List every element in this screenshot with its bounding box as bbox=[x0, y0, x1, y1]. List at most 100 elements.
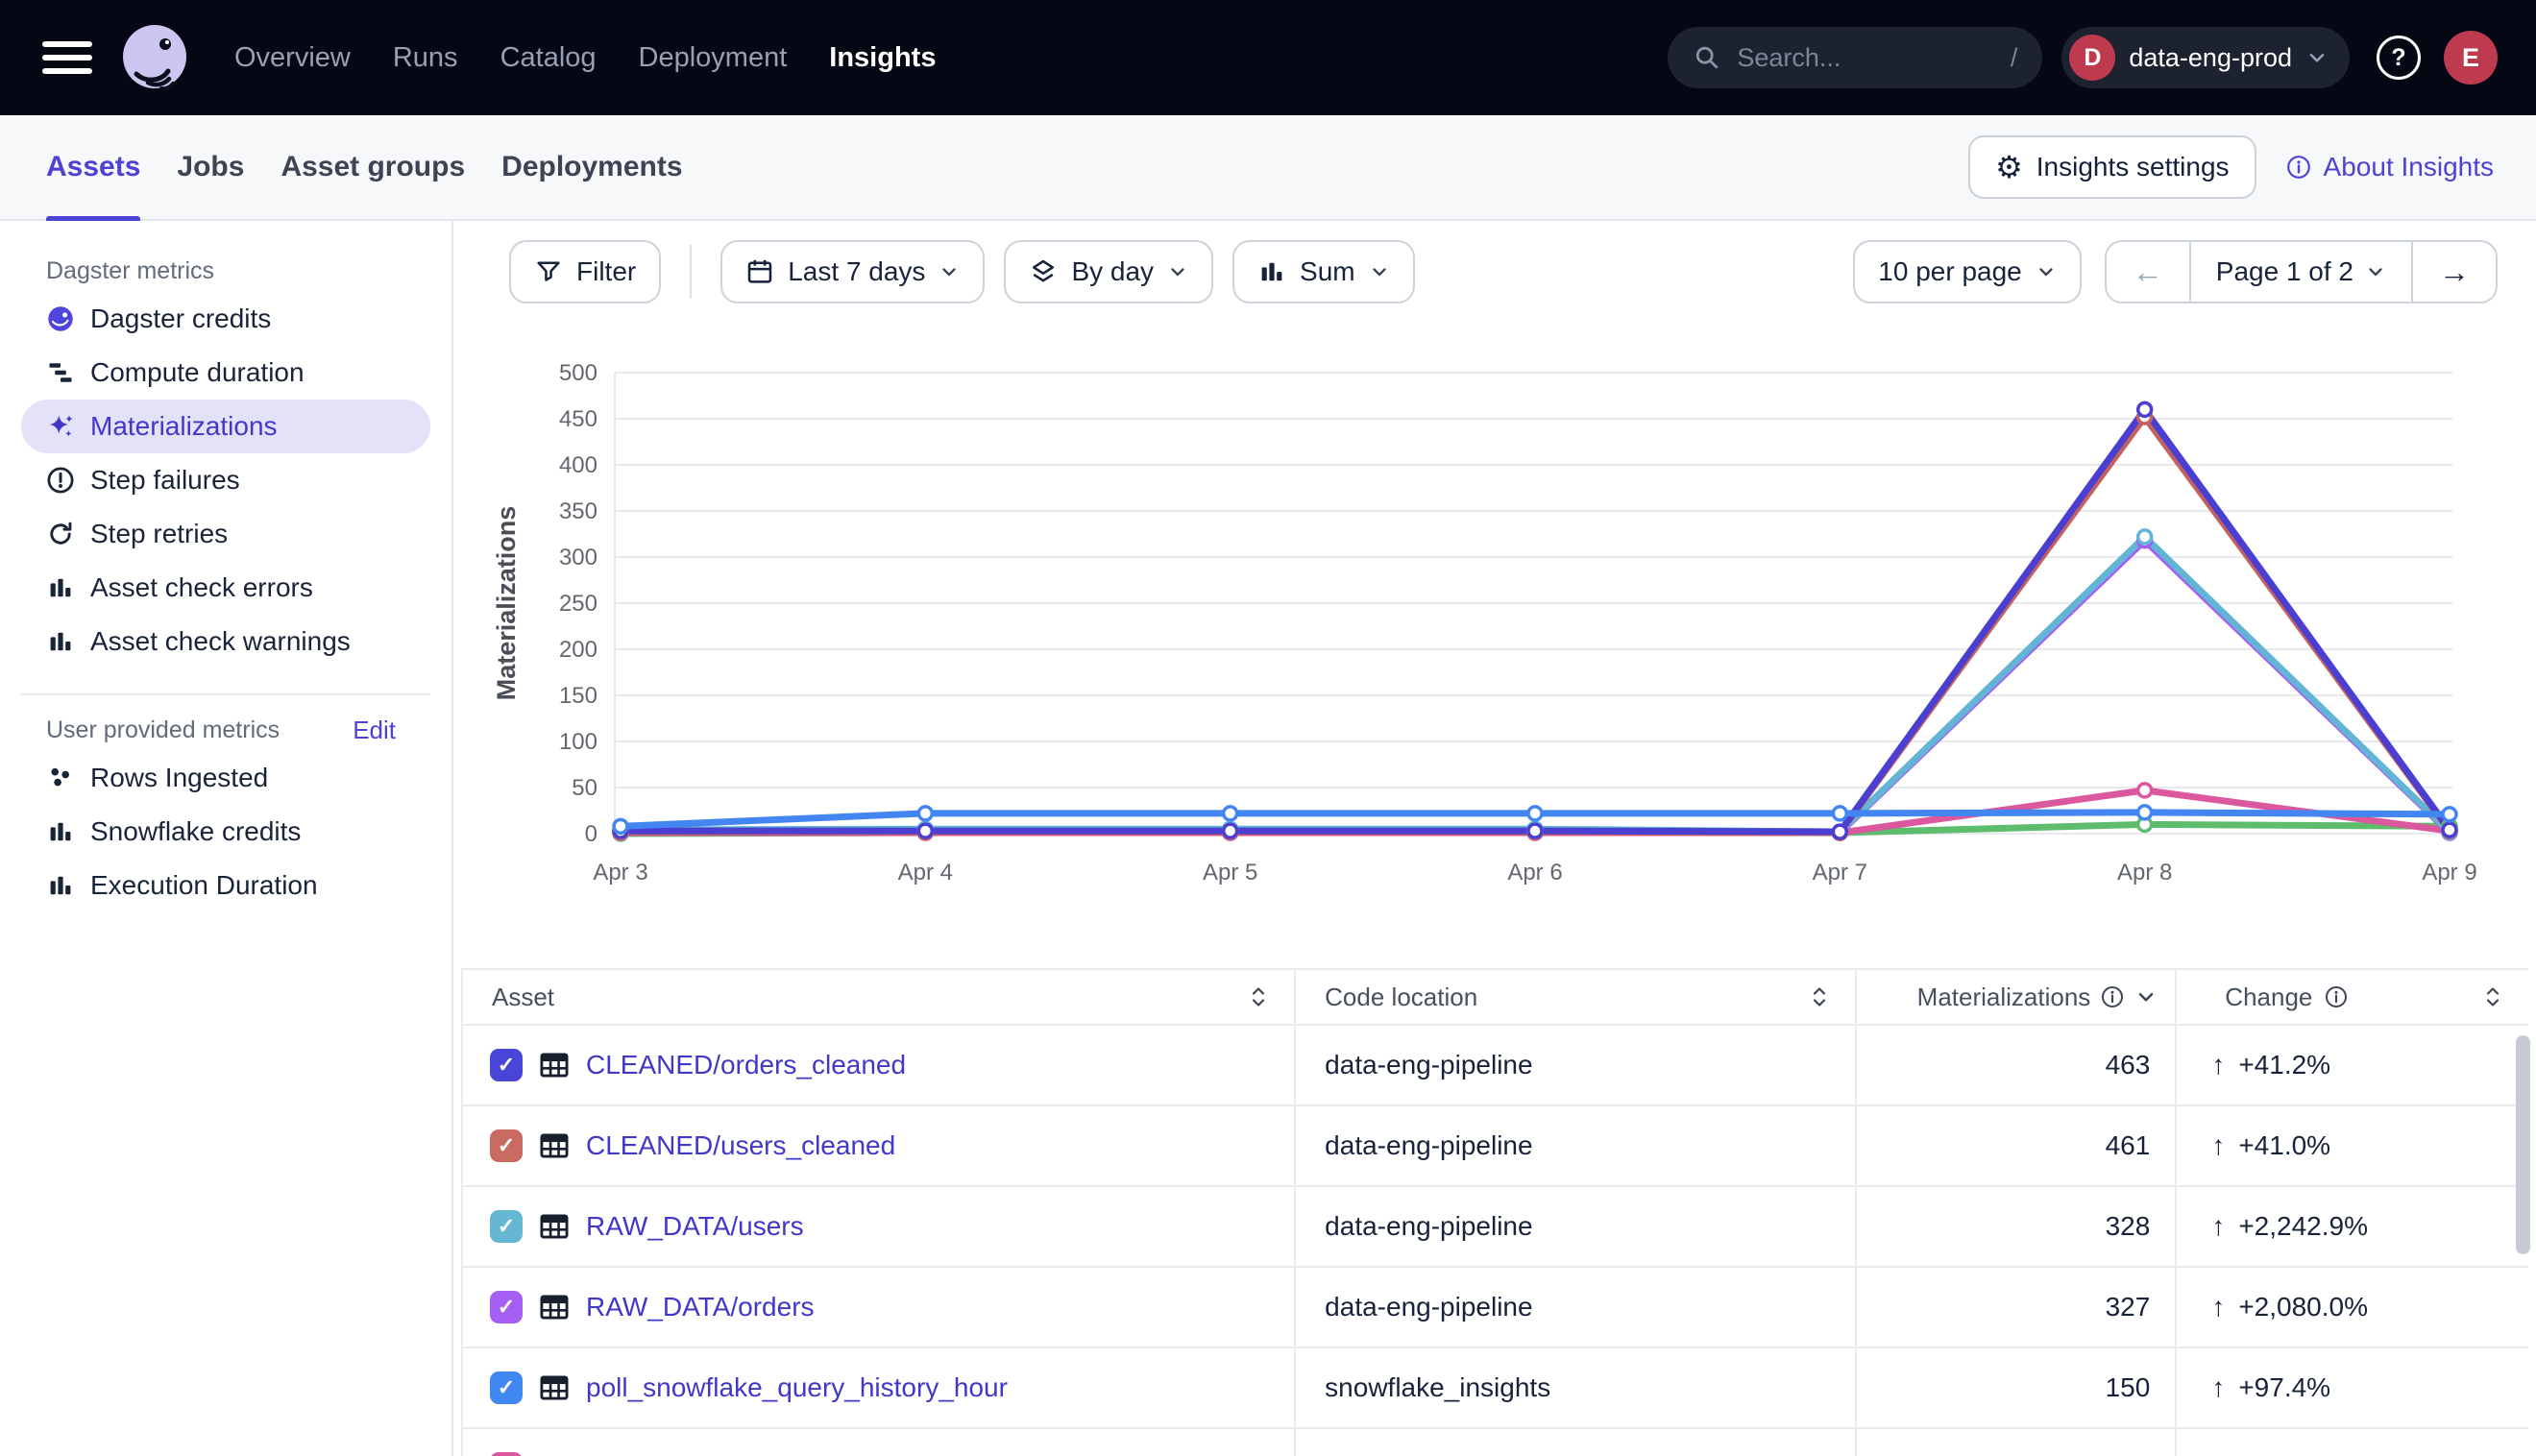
nav-item-catalog[interactable]: Catalog bbox=[500, 42, 597, 74]
asset-link[interactable]: poll_snowflake_query_history_hour bbox=[586, 1372, 1008, 1403]
prev-page-button[interactable]: ← bbox=[2107, 242, 2189, 302]
asset-link[interactable]: RAW_DATA/users bbox=[586, 1211, 804, 1242]
sidebar-item-rows-ingested[interactable]: Rows Ingested bbox=[21, 751, 430, 805]
search-icon bbox=[1698, 48, 1718, 67]
nav-item-deployment[interactable]: Deployment bbox=[639, 42, 788, 74]
tab-label: Asset groups bbox=[280, 151, 465, 183]
sidebar-item-label: Execution Duration bbox=[90, 870, 318, 901]
tab-assets[interactable]: Assets bbox=[46, 115, 140, 219]
column-header-materializations[interactable]: Materializations bbox=[1857, 970, 2178, 1024]
table-body: ✓CLEANED/orders_cleaneddata-eng-pipeline… bbox=[463, 1026, 2528, 1456]
chevron-down-icon bbox=[2140, 994, 2152, 1000]
svg-text:450: 450 bbox=[559, 406, 597, 432]
asset-link[interactable]: CLEANED/users_cleaned bbox=[586, 1130, 895, 1161]
column-label: Code location bbox=[1325, 983, 1477, 1012]
svg-text:Apr 5: Apr 5 bbox=[1203, 860, 1257, 886]
per-page-label: 10 per page bbox=[1878, 256, 2021, 287]
row-checkbox[interactable]: ✓ bbox=[490, 1129, 523, 1162]
table-scrollbar[interactable] bbox=[2516, 1035, 2530, 1254]
sidebar-item-materializations[interactable]: Materializations bbox=[21, 400, 430, 453]
arrow-up-icon: ↑ bbox=[2211, 1292, 2225, 1323]
column-header-change[interactable]: Change bbox=[2177, 970, 2528, 1024]
sidebar-item-snowflake-credits[interactable]: Snowflake credits bbox=[21, 805, 430, 859]
table-row: ✓RAW_DATA/usersdata-eng-pipeline328↑+2,2… bbox=[463, 1187, 2528, 1268]
row-checkbox[interactable]: ✓ bbox=[490, 1291, 523, 1323]
svg-text:Apr 4: Apr 4 bbox=[898, 860, 953, 886]
group-by-button[interactable]: By day bbox=[1004, 240, 1213, 303]
asset-cell: ✓ poll_snowflake_query_history_hour bbox=[463, 1348, 1296, 1427]
chevron-down-icon bbox=[2040, 269, 2051, 275]
change-cell: ↑+97.4% bbox=[2177, 1348, 2528, 1427]
sidebar-section-title: Dagster metrics bbox=[46, 257, 214, 285]
about-insights-link[interactable]: About Insights bbox=[2285, 152, 2494, 182]
nav-item-runs[interactable]: Runs bbox=[393, 42, 458, 74]
sidebar-item-step-failures[interactable]: Step failures bbox=[21, 453, 430, 507]
primary-nav: Overview Runs Catalog Deployment Insights bbox=[234, 42, 936, 74]
sidebar-section-header: Dagster metrics bbox=[0, 250, 451, 292]
svg-text:250: 250 bbox=[559, 591, 597, 617]
nav-item-overview[interactable]: Overview bbox=[234, 42, 351, 74]
bar-chart-icon bbox=[46, 817, 75, 846]
sidebar-item-asset-check-warnings[interactable]: Asset check warnings bbox=[21, 615, 430, 668]
next-page-button[interactable]: → bbox=[2413, 242, 2496, 302]
bar-chart-icon bbox=[46, 871, 75, 900]
tab-asset-groups[interactable]: Asset groups bbox=[280, 115, 465, 219]
change-value: +97.4% bbox=[2238, 1372, 2330, 1403]
column-label: Materializations bbox=[1917, 983, 2091, 1012]
chart-controls: Filter Last 7 days By day bbox=[461, 240, 2536, 303]
table-row: ✓CLEANED/orders_cleaneddata-eng-pipeline… bbox=[463, 1026, 2528, 1106]
help-icon[interactable]: ? bbox=[2377, 36, 2421, 80]
materializations-cell: 150 bbox=[1857, 1348, 2178, 1427]
aggregation-button[interactable]: Sum bbox=[1232, 240, 1415, 303]
column-header-code-location[interactable]: Code location bbox=[1296, 970, 1856, 1024]
search-input[interactable]: Search... / bbox=[1668, 27, 2042, 88]
chevron-down-icon bbox=[2311, 55, 2323, 61]
row-checkbox[interactable]: ✓ bbox=[490, 1452, 523, 1456]
sidebar-item-dagster-credits[interactable]: Dagster credits bbox=[21, 292, 430, 346]
change-value: +41.2% bbox=[2238, 1050, 2330, 1080]
sidebar-item-step-retries[interactable]: Step retries bbox=[21, 507, 430, 561]
table-icon bbox=[538, 1291, 571, 1323]
table-icon bbox=[538, 1129, 571, 1162]
sidebar-item-asset-check-errors[interactable]: Asset check errors bbox=[21, 561, 430, 615]
per-page-button[interactable]: 10 per page bbox=[1853, 240, 2081, 303]
materializations-cell: 328 bbox=[1857, 1187, 2178, 1266]
row-checkbox[interactable]: ✓ bbox=[490, 1210, 523, 1243]
tab-label: Jobs bbox=[177, 151, 244, 183]
tab-jobs[interactable]: Jobs bbox=[177, 115, 244, 219]
dagster-logo-icon[interactable] bbox=[119, 22, 190, 93]
dots-icon bbox=[46, 764, 75, 792]
sidebar-item-execution-duration[interactable]: Execution Duration bbox=[21, 859, 430, 912]
tab-label: Assets bbox=[46, 151, 140, 183]
gear-icon: ⚙ bbox=[1995, 152, 2023, 182]
asset-link[interactable]: CLEANED/orders_cleaned bbox=[586, 1050, 906, 1080]
tab-deployments[interactable]: Deployments bbox=[501, 115, 682, 219]
avatar[interactable]: E bbox=[2444, 31, 2498, 85]
row-checkbox[interactable]: ✓ bbox=[490, 1371, 523, 1404]
alert-circle-icon bbox=[46, 466, 75, 495]
table-row: ✓poll_snowflake_query_history_hoursnowfl… bbox=[463, 1348, 2528, 1429]
filter-button[interactable]: Filter bbox=[509, 240, 661, 303]
page-select-button[interactable]: Page 1 of 2 bbox=[2189, 242, 2413, 302]
row-checkbox[interactable]: ✓ bbox=[490, 1049, 523, 1081]
sparkle-icon bbox=[46, 412, 75, 441]
workspace-switcher[interactable]: D data-eng-prod bbox=[2061, 27, 2350, 88]
svg-text:500: 500 bbox=[559, 360, 597, 386]
svg-text:Apr 6: Apr 6 bbox=[1507, 860, 1562, 886]
asset-link[interactable]: RAW_DATA/orders bbox=[586, 1292, 815, 1323]
chevron-down-icon bbox=[1173, 269, 1183, 275]
sort-icon bbox=[1254, 989, 1263, 1006]
hamburger-menu-icon[interactable] bbox=[42, 41, 92, 74]
change-value: +2,080.0% bbox=[2238, 1292, 2368, 1323]
table-row: ✓CLEANED/users_cleaneddata-eng-pipeline4… bbox=[463, 1106, 2528, 1187]
nav-item-insights[interactable]: Insights bbox=[829, 42, 936, 74]
filter-label: Filter bbox=[576, 256, 636, 287]
aggregation-label: Sum bbox=[1300, 256, 1355, 287]
edit-link[interactable]: Edit bbox=[353, 716, 396, 745]
date-range-button[interactable]: Last 7 days bbox=[720, 240, 985, 303]
calendar-icon bbox=[749, 260, 770, 282]
main-panel: Filter Last 7 days By day bbox=[453, 221, 2536, 1456]
column-header-asset[interactable]: Asset bbox=[463, 970, 1296, 1024]
sidebar-item-compute-duration[interactable]: Compute duration bbox=[21, 346, 430, 400]
insights-settings-button[interactable]: ⚙ Insights settings bbox=[1968, 135, 2256, 199]
